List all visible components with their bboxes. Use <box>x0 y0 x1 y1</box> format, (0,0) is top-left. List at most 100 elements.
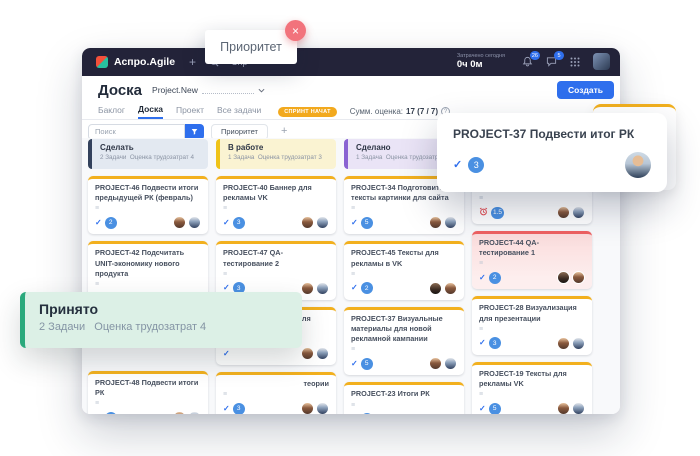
accepted-column-card: Принято 2 Задачи Оценка трудозатрат 4 <box>20 292 302 348</box>
estimate-badge: 3 <box>489 337 501 349</box>
avatar <box>188 411 201 414</box>
estimate-badge: 2 <box>489 272 501 284</box>
top-navbar: Аспро.Agile + Спр Затрачено сегодня 0ч 0… <box>82 48 620 76</box>
card-title: PROJECT-42 Подсчитать UNIT-экономику нов… <box>95 248 201 279</box>
description-icon: ≡ <box>95 205 201 212</box>
estimate-badge: 5 <box>361 217 373 229</box>
card-title: PROJECT-46 Подвести итоги предыдущей РК … <box>95 183 201 203</box>
card-footer: ✓5 <box>479 402 585 414</box>
check-icon: ✓ <box>223 405 230 413</box>
task-card[interactable]: PROJECT-23 Итоги РК≡✓5 <box>344 382 464 414</box>
check-icon: ✓ <box>351 219 358 227</box>
tab-board[interactable]: Доска <box>138 104 163 119</box>
user-avatar[interactable] <box>593 53 610 70</box>
tab-backlog[interactable]: Баклог <box>98 105 125 118</box>
estimate-badge: 3 <box>233 217 245 229</box>
chat-badge: 5 <box>554 51 564 60</box>
card-title: теории <box>223 379 329 389</box>
task-card[interactable]: PROJECT-48 Подвести итоги РК≡✓2 <box>88 371 208 414</box>
card-title: PROJECT-47 QA-тестирование 2 <box>223 248 329 268</box>
check-icon: ✓ <box>223 350 230 358</box>
column-cards: ≡1.5PROJECT-44 QA-тестирование 1≡✓2PROJE… <box>472 176 592 414</box>
accepted-title: Принято <box>39 301 288 317</box>
description-icon: ≡ <box>223 271 329 278</box>
card-footer: 1.5 <box>479 206 585 219</box>
estimate-badge: 5 <box>361 413 373 414</box>
bell-icon[interactable]: 26 <box>522 56 533 67</box>
task-card[interactable]: теории≡✓3 <box>216 372 336 414</box>
check-icon: ✓ <box>479 274 486 282</box>
description-icon: ≡ <box>479 260 585 267</box>
sprint-status-badge: СПРИНТ НАЧАТ <box>278 107 336 117</box>
card-footer: ✓5 <box>351 413 457 414</box>
avatar <box>444 282 457 295</box>
avatar <box>444 216 457 229</box>
description-icon: ≡ <box>351 271 457 278</box>
task-popup-card[interactable]: PROJECT-37 Подвести итог РК ✓ 3 <box>437 113 667 192</box>
avatar <box>301 282 314 295</box>
card-title: PROJECT-45 Тексты для рекламы в VK <box>351 248 457 268</box>
task-card[interactable]: PROJECT-19 Тексты для рекламы VK≡✓5 <box>472 362 592 414</box>
estimate-badge: 5 <box>489 403 501 414</box>
description-icon: ≡ <box>351 205 457 212</box>
project-dots <box>202 86 254 94</box>
page-title: Доска <box>98 82 142 99</box>
chat-icon[interactable]: 5 <box>546 56 557 67</box>
brand-logo-icon <box>96 56 108 68</box>
estimate-badge: 3 <box>468 157 484 173</box>
check-icon: ✓ <box>223 219 230 227</box>
add-icon[interactable]: + <box>189 56 196 68</box>
apps-grid-icon[interactable] <box>570 57 580 67</box>
task-card[interactable]: PROJECT-37 Визуальные материалы для ново… <box>344 307 464 376</box>
assignee-avatars <box>555 206 585 219</box>
description-icon: ≡ <box>479 195 585 202</box>
avatar <box>301 216 314 229</box>
avatar <box>557 402 570 414</box>
tab-project[interactable]: Проект <box>176 105 204 118</box>
assignee-avatars <box>555 402 585 414</box>
avatar <box>572 206 585 219</box>
add-filter-button[interactable]: + <box>275 125 293 138</box>
check-icon: ✓ <box>453 160 462 171</box>
card-title: PROJECT-44 QA-тестирование 1 <box>479 238 585 258</box>
card-footer: ✓2 <box>479 271 585 284</box>
card-footer: ✓2 <box>351 282 457 295</box>
brand-name: Аспро.Agile <box>114 56 175 68</box>
card-title: PROJECT-28 Визуализация для презентации <box>479 303 585 323</box>
estimate-badge: 2 <box>361 282 373 294</box>
avatar <box>429 216 442 229</box>
card-footer: ✓2 <box>95 216 201 229</box>
avatar <box>316 216 329 229</box>
card-title: PROJECT-23 Итоги РК <box>351 389 457 399</box>
estimate-badge: 3 <box>233 403 245 414</box>
card-footer: ✓ <box>223 347 329 360</box>
close-icon[interactable]: × <box>285 20 306 41</box>
avatar <box>557 206 570 219</box>
task-card[interactable]: PROJECT-40 Баннер для рекламы VK≡✓3 <box>216 176 336 234</box>
card-footer: ✓5 <box>351 216 457 229</box>
card-title: PROJECT-37 Визуальные материалы для ново… <box>351 314 457 345</box>
project-selector[interactable]: Project.New <box>152 85 265 95</box>
avatar <box>188 216 201 229</box>
create-button[interactable]: Создать <box>557 81 614 99</box>
task-card[interactable]: PROJECT-45 Тексты для рекламы в VK ≡ ✓2 <box>344 241 464 299</box>
column-name: В работе <box>228 143 329 152</box>
estimate-badge: 1.5 <box>491 207 504 219</box>
task-card[interactable]: PROJECT-46 Подвести итоги предыдущей РК … <box>88 176 208 234</box>
task-card[interactable]: PROJECT-44 QA-тестирование 1 ≡ ✓2 <box>472 231 592 289</box>
page-header: Доска Project.New Создать <box>82 78 620 102</box>
assignee-avatars <box>427 413 457 414</box>
tab-all-tasks[interactable]: Все задачи <box>217 105 261 118</box>
card-title: PROJECT-19 Тексты для рекламы VK <box>479 369 585 389</box>
assignee-avatars <box>171 411 201 414</box>
avatar <box>429 357 442 370</box>
assignee-avatars <box>427 216 457 229</box>
column-meta: 1 Задача Оценка трудозатрат 3 <box>228 154 329 161</box>
estimate-badge: 2 <box>105 217 117 229</box>
task-card[interactable]: PROJECT-28 Визуализация для презентации≡… <box>472 296 592 354</box>
time-tracker[interactable]: Затрачено сегодня 0ч 0м <box>457 53 505 70</box>
avatar <box>429 282 442 295</box>
check-icon: ✓ <box>479 405 486 413</box>
avatar <box>301 347 314 360</box>
estimate-badge: 5 <box>361 358 373 370</box>
